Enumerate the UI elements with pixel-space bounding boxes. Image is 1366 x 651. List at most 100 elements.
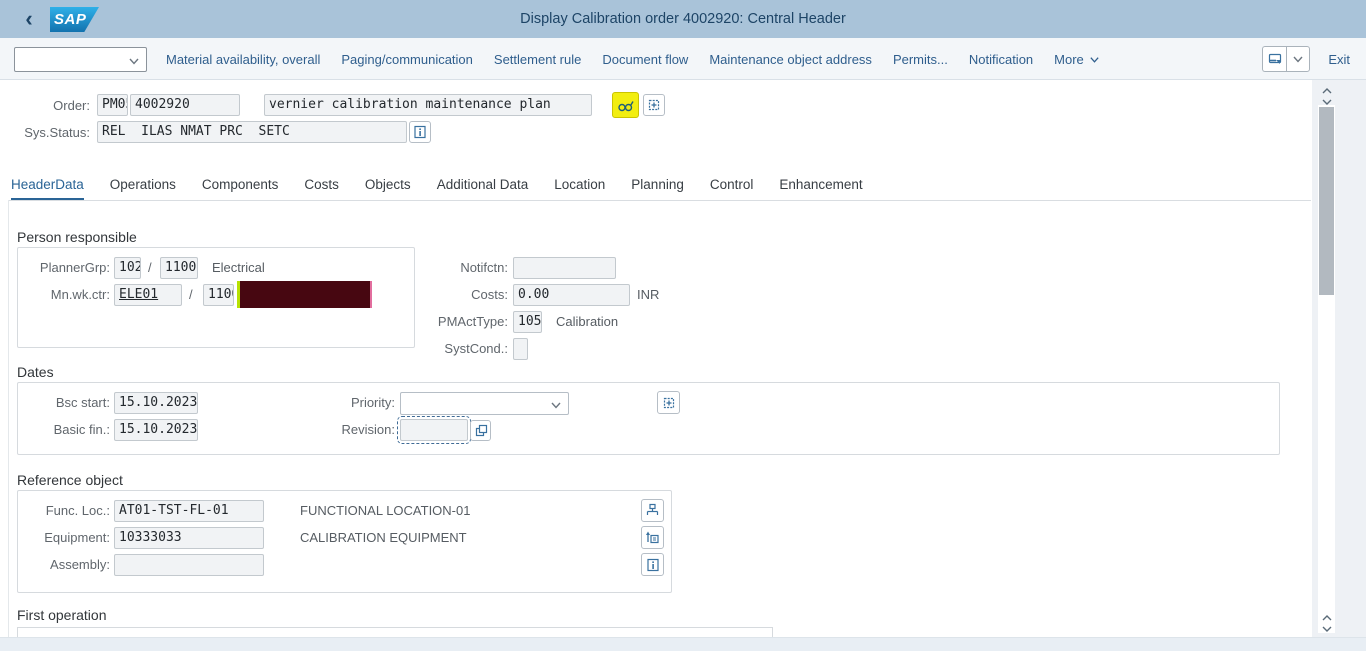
menu-item-permits[interactable]: Permits... [893, 52, 948, 67]
order-description-field[interactable]: vernier calibration maintenance plan [264, 94, 592, 116]
equipment-description: CALIBRATION EQUIPMENT [300, 530, 467, 545]
work-center-plant-field[interactable]: 1100 [203, 284, 234, 306]
tab-operations[interactable]: Operations [110, 174, 176, 201]
planner-grp-label: PlannerGrp: [39, 260, 110, 275]
func-loc-field[interactable]: AT01-TST-FL-01 [114, 500, 264, 522]
func-loc-description: FUNCTIONAL LOCATION-01 [300, 503, 471, 518]
equipment-data-origin-icon[interactable] [641, 526, 664, 549]
section-person-responsible: Person responsible [17, 229, 137, 245]
equipment-field[interactable]: 10333033 [114, 527, 264, 549]
menu-item-more[interactable]: More [1054, 52, 1100, 67]
first-operation-box [17, 627, 773, 637]
scroll-up-icon[interactable] [1321, 86, 1333, 96]
priority-dropdown[interactable] [400, 392, 569, 415]
toolbar-right: Exit [1262, 38, 1350, 80]
priority-label: Priority: [350, 395, 395, 410]
bottom-strip [0, 637, 1366, 651]
notification-label: Notifctn: [460, 260, 508, 275]
order-number-field[interactable]: 4002920 [130, 94, 240, 116]
menu-item-material-availability[interactable]: Material availability, overall [166, 52, 320, 67]
work-center-field[interactable]: ELE01 [114, 284, 182, 306]
tab-components[interactable]: Components [202, 174, 279, 201]
menu-item-settlement-rule[interactable]: Settlement rule [494, 52, 581, 67]
pm-act-type-label: PMActType: [437, 314, 508, 329]
tab-costs[interactable]: Costs [304, 174, 339, 201]
more-label: More [1054, 51, 1084, 67]
currency-text: INR [637, 287, 660, 302]
scroll-down-icon-bottom[interactable] [1321, 624, 1333, 634]
equipment-label: Equipment: [44, 530, 110, 545]
dates-detail-icon[interactable] [657, 391, 680, 414]
func-loc-label: Func. Loc.: [45, 503, 110, 518]
tab-objects[interactable]: Objects [365, 174, 411, 201]
section-dates: Dates [17, 364, 54, 380]
tab-planning[interactable]: Planning [631, 174, 684, 201]
tab-separator [8, 200, 1311, 201]
tab-strip: HeaderData Operations Components Costs O… [11, 174, 863, 201]
menu-item-maintenance-object-address[interactable]: Maintenance object address [709, 52, 872, 67]
order-type-field[interactable]: PM05 [97, 94, 128, 116]
tab-headerdata[interactable]: HeaderData [11, 174, 84, 201]
value-help-icon[interactable] [470, 420, 491, 441]
dates-box [17, 382, 1280, 455]
sap-window: ‹ SAP Display Calibration order 4002920:… [0, 0, 1366, 651]
gui-actions-icon[interactable] [1262, 46, 1287, 72]
scrollbar-thumb[interactable] [1319, 107, 1334, 295]
toolbar-menu: Material availability, overall Paging/co… [166, 38, 1100, 80]
section-first-operation: First operation [17, 607, 107, 623]
pm-act-type-description: Calibration [556, 314, 619, 329]
menu-item-paging-communication[interactable]: Paging/communication [341, 52, 473, 67]
menu-item-notification[interactable]: Notification [969, 52, 1033, 67]
page-title: Display Calibration order 4002920: Centr… [520, 11, 846, 27]
basic-fin-label: Basic fin.: [53, 422, 110, 437]
toolbar: Material availability, overall Paging/co… [0, 38, 1366, 80]
work-center-label: Mn.wk.ctr: [50, 287, 110, 302]
scrollbar [1312, 80, 1366, 637]
order-long-text-icon[interactable] [643, 94, 665, 116]
sap-logo: SAP [50, 7, 99, 32]
slash-separator: / [148, 260, 152, 275]
syst-cond-field[interactable] [513, 338, 528, 360]
bsc-start-label: Bsc start: [55, 395, 110, 410]
top-header-bar: ‹ SAP Display Calibration order 4002920:… [0, 0, 1366, 38]
menu-item-document-flow[interactable]: Document flow [602, 52, 688, 67]
tab-enhancement[interactable]: Enhancement [779, 174, 862, 201]
tab-additional-data[interactable]: Additional Data [437, 174, 529, 201]
slash-separator: / [189, 287, 193, 302]
pm-act-type-field[interactable]: 105 [513, 311, 542, 333]
tab-location[interactable]: Location [554, 174, 605, 201]
display-glasses-icon[interactable] [612, 92, 639, 118]
gui-actions-split-button [1262, 46, 1311, 72]
exit-button[interactable]: Exit [1328, 52, 1350, 67]
costs-field[interactable]: 0.00 [513, 284, 630, 306]
costs-label: Costs: [471, 287, 508, 302]
scrollbar-track[interactable] [1318, 105, 1335, 633]
gui-actions-dropdown-icon[interactable] [1286, 46, 1311, 72]
assembly-label: Assembly: [50, 557, 110, 572]
assembly-field[interactable] [114, 554, 264, 576]
command-combobox[interactable] [14, 47, 147, 72]
notification-field[interactable] [513, 257, 616, 279]
back-icon[interactable]: ‹ [16, 6, 42, 32]
info-icon[interactable] [641, 553, 664, 576]
status-info-icon[interactable] [409, 121, 431, 143]
planner-grp-description: Electrical [212, 260, 265, 275]
revision-label: Revision: [341, 422, 395, 437]
section-reference-object: Reference object [17, 472, 123, 488]
revision-field[interactable] [397, 416, 471, 444]
syst-cond-label: SystCond.: [444, 341, 508, 356]
planner-grp-plant-field[interactable]: 1100 [160, 257, 198, 279]
chevron-down-icon [1090, 56, 1099, 63]
basic-fin-field[interactable]: 15.10.2023 [114, 419, 198, 441]
redacted-work-center-description [237, 281, 372, 308]
sys-status-field[interactable]: REL ILAS NMAT PRC SETC [97, 121, 407, 143]
bsc-start-field[interactable]: 15.10.2023 [114, 392, 198, 414]
content-left-border [8, 200, 9, 637]
scroll-up-icon-bottom[interactable] [1321, 613, 1333, 623]
chevron-down-icon [129, 58, 139, 65]
sys-status-label: Sys.Status: [24, 125, 90, 140]
tab-control[interactable]: Control [710, 174, 754, 201]
structure-hierarchy-icon[interactable] [641, 499, 664, 522]
chevron-down-icon [551, 402, 561, 409]
planner-grp-field[interactable]: 102 [114, 257, 141, 279]
